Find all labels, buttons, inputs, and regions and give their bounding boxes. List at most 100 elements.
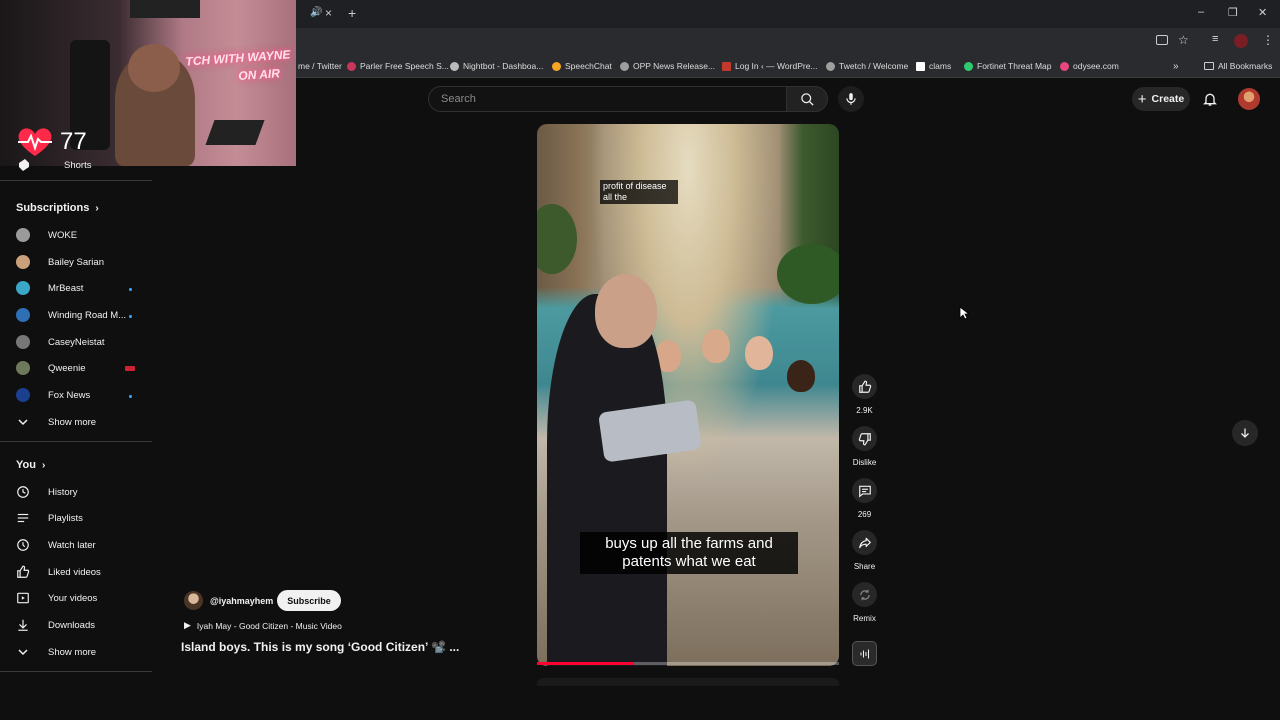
sidebar-item-woke[interactable]: WOKE xyxy=(16,225,77,245)
new-content-dot xyxy=(129,288,132,291)
dislike-button[interactable] xyxy=(852,426,877,451)
dislike-label: Dislike xyxy=(852,458,877,467)
sidebar-item-label: Playlists xyxy=(48,512,83,524)
sidebar-item-label: Downloads xyxy=(48,619,95,631)
chevron-down-icon xyxy=(16,418,30,426)
sound-button[interactable] xyxy=(852,641,877,666)
sidebar-item-winding-road[interactable]: Winding Road M... xyxy=(16,305,126,325)
minimize-button[interactable]: – xyxy=(1198,6,1204,18)
media-control-icon[interactable]: ≡ xyxy=(1212,33,1218,45)
channel-avatar[interactable] xyxy=(184,591,203,610)
tab-audio-icon[interactable]: 🔊 xyxy=(310,7,322,18)
video-overlay-text: profit of disease all the xyxy=(600,180,678,204)
bookmark-item[interactable]: OPP News Release... xyxy=(620,61,715,71)
share-icon xyxy=(858,537,871,548)
voice-search-button[interactable] xyxy=(838,86,864,112)
bookmark-label: OPP News Release... xyxy=(633,61,716,71)
like-count: 2.9K xyxy=(856,406,873,415)
search-icon xyxy=(801,93,814,106)
playlists-icon xyxy=(16,511,30,525)
watch-later-icon xyxy=(16,538,30,552)
sidebar-item-label: Shorts xyxy=(64,159,92,171)
create-button[interactable]: + Create xyxy=(1132,87,1190,111)
you-header[interactable]: You › xyxy=(16,459,45,471)
sidebar-divider xyxy=(0,671,152,672)
create-label: Create xyxy=(1151,93,1185,105)
like-button[interactable] xyxy=(852,374,877,399)
sidebar-item-mrbeast[interactable]: MrBeast xyxy=(16,278,83,298)
thumbs-up-icon xyxy=(858,380,871,393)
close-window-button[interactable]: ✕ xyxy=(1258,6,1267,19)
sidebar-item-shorts[interactable]: Shorts xyxy=(16,156,91,174)
live-icon xyxy=(125,366,135,371)
subscriptions-header[interactable]: Subscriptions › xyxy=(16,202,99,214)
audio-waveform-icon xyxy=(860,649,869,658)
search-button[interactable] xyxy=(786,86,828,112)
profile-avatar[interactable] xyxy=(1234,34,1248,48)
channel-avatar xyxy=(16,308,30,322)
shelf xyxy=(130,0,200,18)
sidebar-item-qweenie[interactable]: Qweenie xyxy=(16,358,86,378)
bookmark-item[interactable]: odysee.com xyxy=(1060,61,1119,71)
browser-menu-icon[interactable]: ⋮ xyxy=(1262,33,1274,47)
person xyxy=(745,336,773,370)
bookmark-item[interactable]: Log In ‹ — WordPre... xyxy=(722,61,818,71)
bookmark-item[interactable]: Fortinet Threat Map xyxy=(964,61,1052,71)
you-title: You xyxy=(16,459,36,471)
person xyxy=(787,360,815,392)
all-bookmarks-button[interactable]: All Bookmarks xyxy=(1204,61,1272,71)
bookmarks-overflow-button[interactable]: » xyxy=(1173,61,1179,72)
next-short-preview[interactable] xyxy=(537,678,839,686)
odysee-icon xyxy=(1060,61,1069,71)
sidebar-item-history[interactable]: History xyxy=(16,482,78,502)
video-title[interactable]: Island boys. This is my song ‘Good Citiz… xyxy=(181,640,459,654)
keyboard xyxy=(205,120,265,145)
shorts-video-player[interactable] xyxy=(537,124,839,666)
bookmark-item[interactable]: me / Twitter xyxy=(298,61,342,71)
bookmark-item[interactable]: Twetch / Welcome xyxy=(826,61,908,71)
sidebar-item-downloads[interactable]: Downloads xyxy=(16,615,95,635)
sidebar-item-label: Your videos xyxy=(48,592,98,604)
new-tab-button[interactable]: + xyxy=(348,5,356,21)
bookmark-label: me / Twitter xyxy=(298,61,342,71)
person xyxy=(702,329,730,363)
channel-avatar xyxy=(16,361,30,375)
maximize-button[interactable]: ❐ xyxy=(1228,6,1238,19)
star-bookmark-icon[interactable]: ☆ xyxy=(1178,33,1189,47)
heart-rate-value: 77 xyxy=(60,128,87,155)
next-video-button[interactable] xyxy=(1232,420,1258,446)
sidebar-item-label: Qweenie xyxy=(48,362,86,374)
account-avatar[interactable] xyxy=(1238,88,1260,110)
amazon-icon xyxy=(916,61,925,71)
remix-button[interactable] xyxy=(852,582,877,607)
sidebar-item-caseyneistat[interactable]: CaseyNeistat xyxy=(16,332,105,352)
sidebar-divider xyxy=(0,441,152,442)
chevron-right-icon: › xyxy=(95,202,99,214)
bookmark-item[interactable]: Parler Free Speech S... xyxy=(347,61,449,71)
sidebar-item-liked-videos[interactable]: Liked videos xyxy=(16,562,101,582)
sidebar-item-label: MrBeast xyxy=(48,282,84,294)
subscribe-button[interactable]: Subscribe xyxy=(277,590,341,611)
subscriptions-show-more[interactable]: Show more xyxy=(16,412,96,432)
bookmark-item[interactable]: clams xyxy=(916,61,951,71)
chevron-right-icon: › xyxy=(41,459,46,471)
bookmark-item[interactable]: SpeechChat xyxy=(552,61,612,71)
comments-button[interactable] xyxy=(852,478,877,503)
progress-fill xyxy=(537,662,634,665)
share-button[interactable] xyxy=(852,530,877,555)
tab-close-button[interactable]: × xyxy=(325,6,332,20)
sidebar-item-watch-later[interactable]: Watch later xyxy=(16,535,96,555)
music-link[interactable]: ▶ Iyah May - Good Citizen - Music Video xyxy=(184,620,342,631)
notifications-bell-icon[interactable] xyxy=(1202,91,1218,107)
bookmark-item[interactable]: Nightbot - Dashboa... xyxy=(450,61,543,71)
sidebar-item-bailey-sarian[interactable]: Bailey Sarian xyxy=(16,252,104,272)
person-face xyxy=(595,274,657,348)
you-show-more[interactable]: Show more xyxy=(16,642,96,662)
sidebar-item-playlists[interactable]: Playlists xyxy=(16,508,83,528)
sidebar-item-your-videos[interactable]: Your videos xyxy=(16,588,97,608)
search-input[interactable]: Search xyxy=(428,86,786,112)
share-label: Share xyxy=(853,562,876,571)
install-app-icon[interactable] xyxy=(1156,35,1168,45)
sidebar-item-fox-news[interactable]: Fox News xyxy=(16,385,90,405)
channel-handle[interactable]: @iyahmayhem xyxy=(210,596,273,606)
